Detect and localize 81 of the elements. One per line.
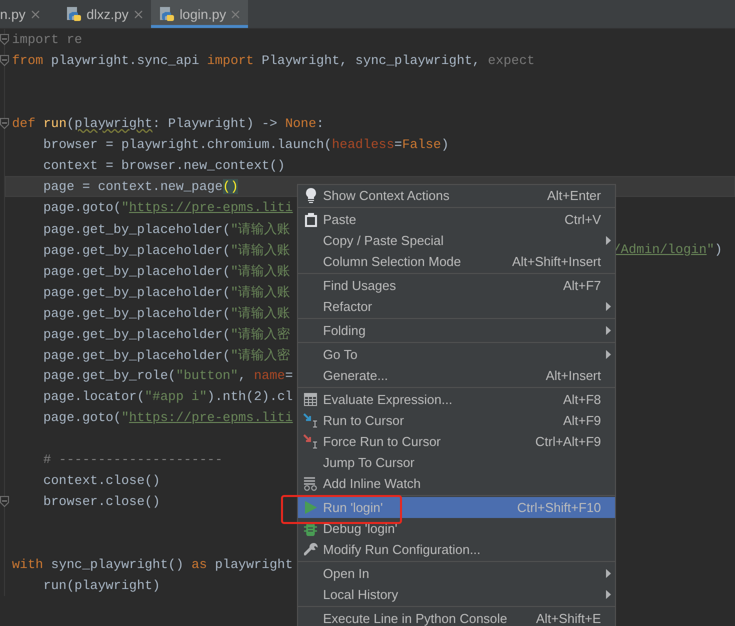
menu-item[interactable]: Go To [298,344,615,365]
code-line: page.get_by_placeholder("请输入账 [42,220,290,238]
menu-item[interactable]: Debug 'login' [298,518,615,539]
shortcut-label: Alt+F8 [563,392,601,407]
menu-item[interactable]: Run to Cursor Alt+F9 [298,410,615,431]
menu-item[interactable]: Refactor [298,296,615,317]
shortcut-label: Ctrl+Shift+F10 [517,500,601,515]
fold-icon[interactable] [0,34,9,45]
code-line: page.get_by_placeholder("请输入密 [42,346,290,364]
code-line: context = browser.new_context() [42,158,286,173]
submenu-arrow-icon [606,569,610,578]
fold-icon[interactable] [0,496,9,507]
code-line: page.goto("https://pre-epms.liti [42,410,293,425]
lightbulb-icon [304,188,316,203]
cursor-arrow-icon [303,413,318,428]
code-line: from playwright.sync_api import Playwright, sync_playwright, expect [12,53,535,68]
menu-item[interactable]: Evaluate Expression... Alt+F8 [298,389,615,410]
shortcut-label: Alt+Shift+Insert [512,254,601,269]
code-line: page.locator("#app i").nth(2).cl [42,389,293,404]
menu-item[interactable]: Modify Run Configuration... [298,539,615,560]
menu-item[interactable]: Generate... Alt+Insert [298,365,615,386]
tab-label: login.py [180,6,226,22]
shortcut-label: Alt+F9 [563,413,601,428]
cursor-arrow-icon [303,434,318,449]
code-line: browser.close() [42,494,160,509]
code-line: # --------------------- [42,452,223,467]
python-file-icon [158,6,175,22]
code-line: import re [12,32,82,47]
code-line: page.get_by_placeholder("请输入账 [42,304,290,322]
calculator-icon [304,393,317,406]
menu-item[interactable]: Find Usages Alt+F7 [298,275,615,296]
file-tab[interactable]: login.py [150,0,248,28]
code-line: run(playwright) [42,578,160,593]
menu-item[interactable]: Jump To Cursor [298,452,615,473]
shortcut-label: Ctrl+V [564,212,601,227]
code-line: page = context.new_page() [42,179,238,194]
tab-label: dlxz.py [86,6,129,22]
close-icon[interactable] [134,10,143,18]
menu-item[interactable]: Force Run to Cursor Ctrl+Alt+F9 [298,431,615,452]
menu-item[interactable]: Add Inline Watch [298,473,615,494]
menu-item[interactable]: Copy / Paste Special [298,230,615,251]
code-line: page.goto("https://pre-epms.liti [42,200,293,215]
menu-item[interactable]: Folding [298,320,615,341]
menu-item[interactable]: Paste Ctrl+V [298,209,615,230]
code-line: def run(playwright: Playwright) -> None: [12,116,324,131]
submenu-arrow-icon [606,350,610,359]
wrench-icon [304,542,318,556]
fold-icon[interactable] [0,118,9,129]
python-file-icon [66,6,82,22]
code-line: with sync_playwright() as playwright [12,557,293,572]
watch-glasses-icon [303,476,318,490]
menu-item[interactable]: Open In [298,563,615,584]
clipboard-icon [304,212,316,226]
code-line: page.get_by_placeholder("请输入账 [42,262,290,280]
code-line: page.get_by_placeholder("请输入账 [42,242,290,258]
shortcut-label: Alt+Insert [546,368,601,383]
submenu-arrow-icon [606,236,610,245]
shortcut-label: Ctrl+Alt+F9 [535,434,601,449]
tab-label: n.py [0,6,26,22]
submenu-arrow-icon [606,302,610,311]
code-line: context.close() [42,473,160,488]
file-tab[interactable]: n.py [0,0,48,28]
menu-item[interactable]: Column Selection Mode Alt+Shift+Insert [298,251,615,272]
play-icon [304,501,316,514]
bug-icon [304,522,317,536]
shortcut-label: Alt+Enter [547,188,601,203]
code-line: page.get_by_role("button", name= [42,368,293,383]
menu-item[interactable]: Execute Line in Python Console Alt+Shift+E [298,608,615,626]
menu-item[interactable]: Local History [298,584,615,605]
code-text: /Admin/login") [613,242,722,257]
code-line: browser = playwright.chromium.launch(headless=False) [42,137,449,152]
file-tab[interactable]: dlxz.py [58,0,151,28]
close-icon[interactable] [30,10,40,18]
shortcut-label: Alt+F7 [563,278,601,293]
shortcut-label: Alt+Shift+E [536,611,601,626]
menu-item[interactable]: Show Context Actions Alt+Enter [298,185,615,206]
submenu-arrow-icon [606,326,610,335]
fold-icon[interactable] [0,55,9,66]
code-line: page.get_by_placeholder("请输入密 [42,326,290,342]
submenu-arrow-icon [606,590,610,599]
code-line: page.get_by_placeholder("请输入账 [42,284,290,300]
